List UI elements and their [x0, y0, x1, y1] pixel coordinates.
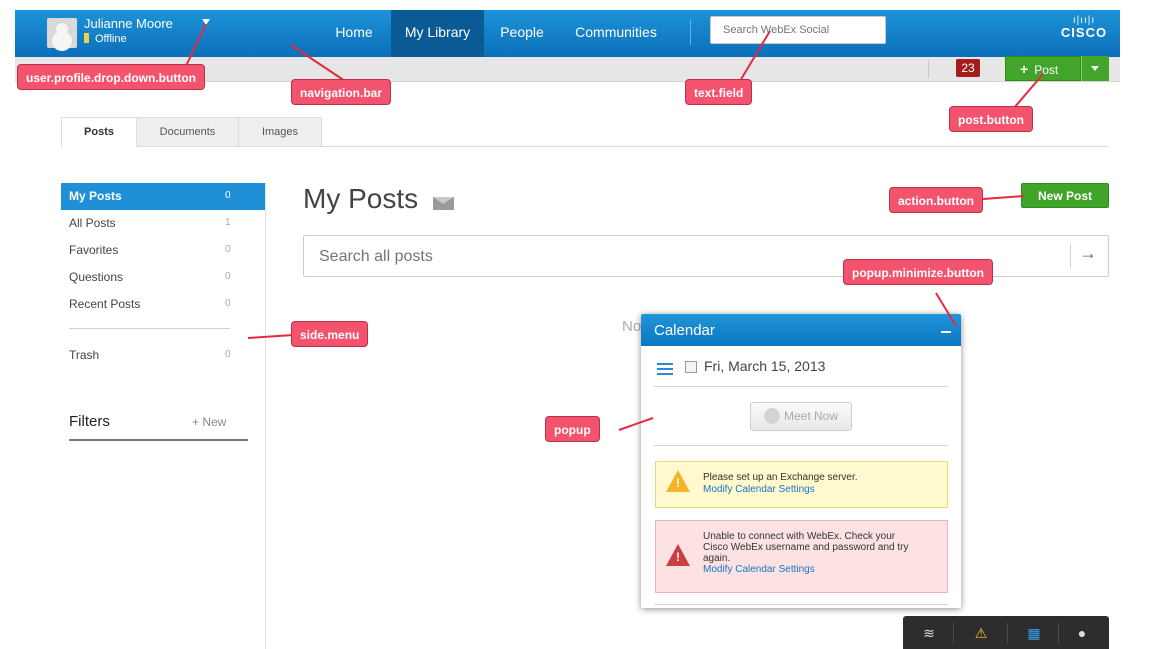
annotation-user-profile-dropdown: user.profile.drop.down.button: [17, 64, 205, 90]
annotation-action-button: action.button: [889, 187, 983, 213]
annotation-side-menu: side.menu: [291, 321, 369, 347]
annotation-navigation-bar: navigation.bar: [291, 79, 392, 105]
annotation-leader-lines: [185, 23, 1044, 431]
annotation-popup-minimize-button: popup.minimize.button: [843, 259, 993, 285]
annotation-popup: popup: [545, 416, 600, 442]
annotation-post-button: post.button: [949, 106, 1033, 132]
annotation-text-field: text.field: [685, 79, 753, 105]
